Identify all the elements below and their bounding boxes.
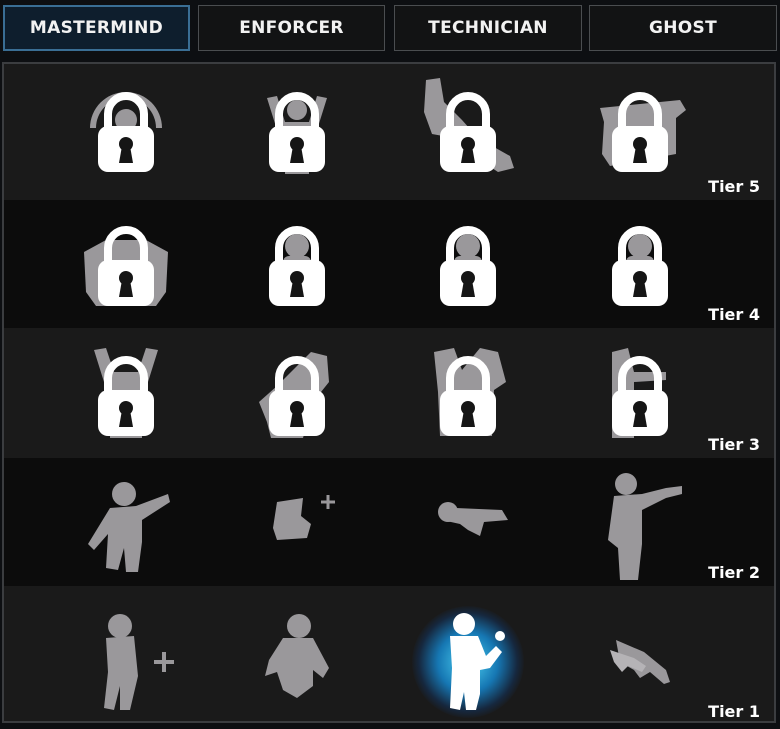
padlock-icon xyxy=(612,226,668,306)
tier-label: Tier 4 xyxy=(708,305,760,324)
skill-tier4-4[interactable] xyxy=(590,212,690,322)
skill-tier4-1[interactable] xyxy=(76,212,176,322)
tier-label: Tier 5 xyxy=(708,177,760,196)
skill-tier4-2[interactable] xyxy=(247,212,347,322)
tier-label: Tier 1 xyxy=(708,702,760,721)
tier-1-row: Tier 1 xyxy=(4,586,774,721)
skill-tier1-3-selected[interactable] xyxy=(412,606,524,718)
padlock-icon xyxy=(440,92,496,172)
pistols-icon xyxy=(610,640,670,684)
tab-technician[interactable]: TECHNICIAN xyxy=(394,5,582,51)
skill-tier3-2[interactable] xyxy=(247,342,347,452)
tier-4-row: Tier 4 xyxy=(4,200,774,328)
pointing-figure-icon xyxy=(88,482,170,572)
skill-tier5-2[interactable] xyxy=(247,78,347,188)
skill-tier4-3[interactable] xyxy=(418,212,518,322)
figure-aiming-pistol-icon xyxy=(608,473,682,580)
skill-tree-tabs: MASTERMIND ENFORCER TECHNICIAN GHOST xyxy=(3,5,777,54)
padlock-icon xyxy=(440,356,496,436)
skill-tier5-3[interactable] xyxy=(418,78,518,188)
padlock-icon xyxy=(612,92,668,172)
tier-2-row: Tier 2 xyxy=(4,458,774,586)
tier-5-row: Tier 5 xyxy=(4,64,774,200)
skill-tier5-1[interactable] xyxy=(76,78,176,188)
skill-tier3-4[interactable] xyxy=(590,342,690,452)
padlock-icon xyxy=(269,226,325,306)
skill-tier1-1[interactable] xyxy=(76,606,176,716)
skill-tier3-3[interactable] xyxy=(418,342,518,452)
skill-tier1-4[interactable] xyxy=(590,606,690,716)
skill-tier2-1[interactable] xyxy=(76,468,176,578)
tier-label: Tier 2 xyxy=(708,563,760,582)
padlock-icon xyxy=(269,92,325,172)
skill-tier2-4[interactable] xyxy=(590,468,690,580)
padlock-icon xyxy=(98,92,154,172)
padlock-icon xyxy=(612,356,668,436)
padlock-icon xyxy=(440,226,496,306)
skill-tier2-3[interactable] xyxy=(418,468,518,578)
lying-figure-icon xyxy=(438,502,508,536)
padlock-icon xyxy=(98,356,154,436)
skill-tier5-4[interactable] xyxy=(590,78,690,188)
padlock-icon xyxy=(98,226,154,306)
tab-mastermind[interactable]: MASTERMIND xyxy=(3,5,190,51)
figure-holding-cup-icon xyxy=(450,613,505,710)
tab-ghost[interactable]: GHOST xyxy=(589,5,777,51)
medic-bag-plus-icon xyxy=(273,495,335,540)
padlock-icon xyxy=(269,356,325,436)
skill-tier3-1[interactable] xyxy=(76,342,176,452)
skill-tree-panel: Tier 5 Tier 4 Tier 3 Tier 2 Tier 1 xyxy=(2,62,776,723)
skill-tier1-2[interactable] xyxy=(247,606,347,716)
tier-3-row: Tier 3 xyxy=(4,328,774,458)
tier-label: Tier 3 xyxy=(708,435,760,454)
skill-tier2-2[interactable] xyxy=(247,468,347,578)
kneeling-figure-icon xyxy=(265,614,329,698)
tab-enforcer[interactable]: ENFORCER xyxy=(198,5,385,51)
figure-plus-icon xyxy=(104,614,174,710)
